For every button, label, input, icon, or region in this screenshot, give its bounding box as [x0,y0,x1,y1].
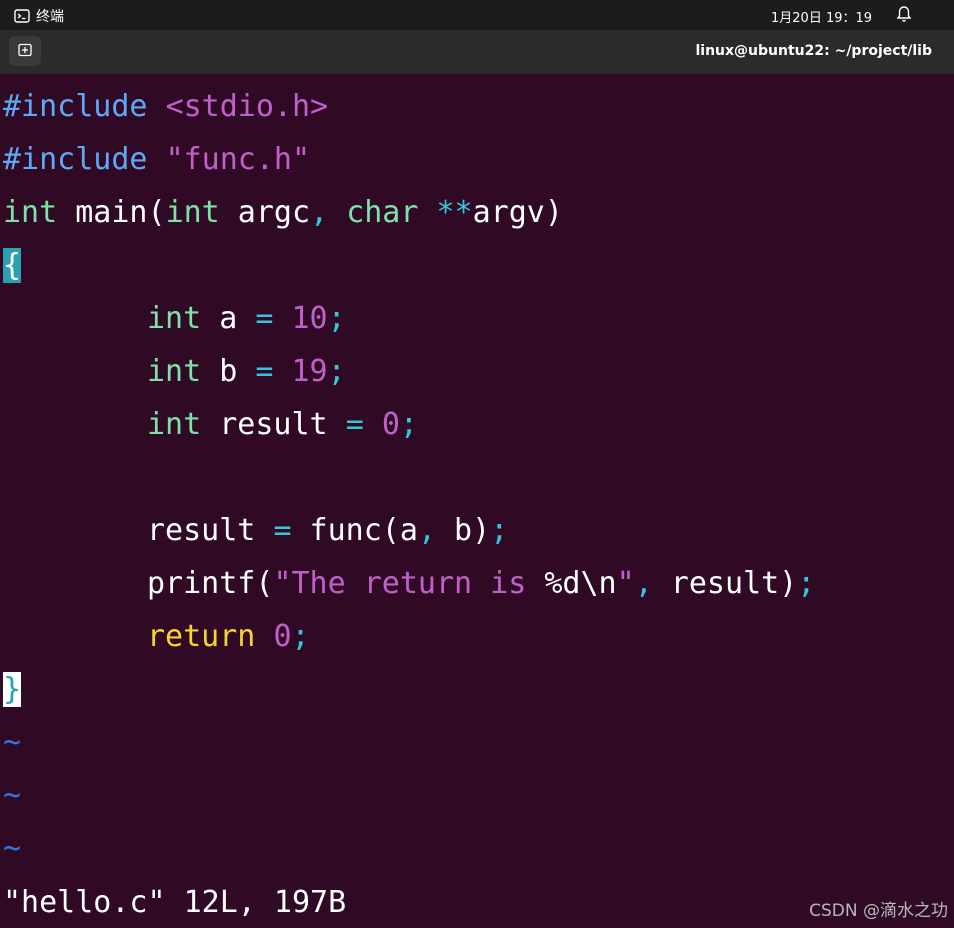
code-token: ; [797,566,816,601]
code-token: ; [327,354,346,389]
code-line-6: int b = 19; [147,345,346,398]
vim-status-line: "hello.c" 12L, 197B [3,885,347,920]
code-token: result [201,407,346,442]
code-token: , [417,513,436,548]
code-token: ** [436,195,473,230]
watermark: CSDN @滴水之功 [809,901,948,921]
code-token: " [616,566,635,601]
code-token: int [165,195,220,230]
code-line-10: printf("The return is %d\n", result); [147,557,815,610]
code-token: #include [3,142,166,177]
code-line-5: int a = 10; [147,292,346,345]
code-line-12: } [3,663,22,716]
code-token: return [147,619,256,654]
matched-brace-open: { [3,248,22,283]
bell-icon[interactable] [896,5,912,27]
new-tab-button[interactable] [9,36,41,66]
code-token: , [310,195,329,230]
code-line-3: int main(int argc, char **argv) [3,186,563,239]
code-token: int [147,301,202,336]
code-token: ; [291,619,310,654]
code-token: argc [219,195,311,230]
code-line-11: return 0; [147,610,310,663]
code-token: , [634,566,653,601]
terminal-content[interactable]: #include <stdio.h> #include "func.h" int… [0,74,954,928]
code-token: printf( [147,566,274,601]
code-token: %d\n [544,566,617,601]
code-line-7: int result = 0; [147,398,418,451]
app-name: 终端 [36,9,64,25]
code-token: 10 [291,301,328,336]
code-token: 0 [381,407,400,442]
code-token: = [255,301,274,336]
empty-line-tilde: ~ [3,778,22,813]
code-token: ; [327,301,346,336]
code-line-4: { [3,239,22,292]
new-tab-icon [17,42,33,61]
clock-date: 1月20日 [771,11,822,26]
terminal-header: linux@ubuntu22: ~/project/lib [0,30,954,74]
code-token: b) [436,513,491,548]
code-line-1: #include <stdio.h> [3,80,328,133]
code-token: "func.h" [165,142,311,177]
code-token: #include [3,89,166,124]
clock[interactable]: 1月20日 19：19 [771,7,872,26]
code-token: func(a [291,513,418,548]
code-token: = [345,407,364,442]
empty-line-tilde: ~ [3,725,22,760]
window-title: linux@ubuntu22: ~/project/lib [695,43,932,59]
code-line-2: #include "func.h" [3,133,310,186]
app-menu[interactable]: 终端 [14,6,64,26]
code-token: ; [399,407,418,442]
code-token: result [147,513,274,548]
cursor-brace-close: } [3,672,22,707]
code-token: ; [490,513,509,548]
code-token: 0 [273,619,292,654]
code-token: a [201,301,256,336]
terminal-icon [14,9,30,23]
code-token: <stdio.h> [165,89,329,124]
code-token: argv) [472,195,563,230]
code-line-9: result = func(a, b); [147,504,508,557]
code-token: b [201,354,256,389]
code-token: int [147,354,202,389]
code-token: = [255,354,274,389]
code-token: 19 [291,354,328,389]
code-token: char [346,195,419,230]
code-token: int [3,195,58,230]
code-token: result) [652,566,798,601]
code-token: "The return is [273,566,545,601]
code-token: main( [57,195,166,230]
code-token: = [273,513,292,548]
code-token: int [147,407,202,442]
top-bar: 终端 1月20日 19：19 [0,0,954,30]
clock-time: 19：19 [825,11,873,26]
empty-line-tilde: ~ [3,831,22,866]
